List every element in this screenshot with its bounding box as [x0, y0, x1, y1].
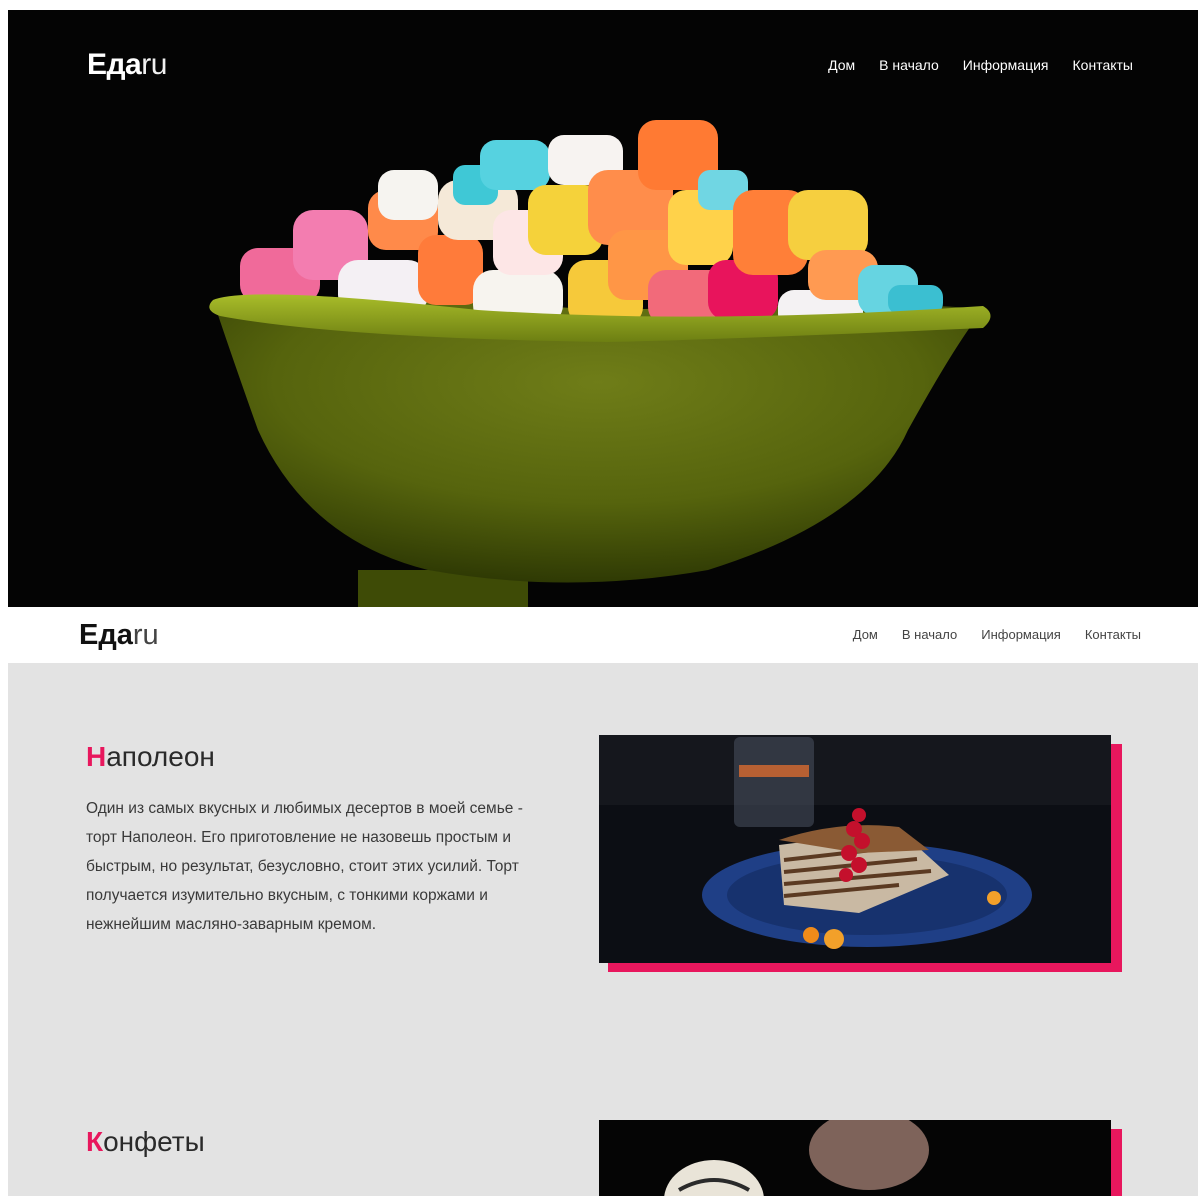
nav-link-info[interactable]: Информация — [963, 57, 1049, 73]
nav-link-home[interactable]: Дом — [828, 57, 855, 73]
header-nav-link-info[interactable]: Информация — [981, 627, 1061, 642]
candies-photo — [599, 1120, 1111, 1196]
header-nav-link-contacts[interactable]: Контакты — [1085, 627, 1141, 642]
header-nav: Дом В начало Информация Контакты — [853, 627, 1141, 642]
content-area: Наполеон Один из самых вкусных и любимых… — [8, 663, 1198, 1196]
sticky-header: Едаru Дом В начало Информация Контакты — [8, 607, 1198, 663]
section-title-napoleon: Наполеон — [86, 741, 215, 772]
candies-photo-frame — [599, 1120, 1122, 1196]
header-nav-link-top[interactable]: В начало — [902, 627, 957, 642]
header-logo[interactable]: Едаru — [79, 619, 159, 652]
nav-link-top[interactable]: В начало — [879, 57, 939, 73]
napoleon-cake-photo — [599, 735, 1111, 963]
hero-nav: Дом В начало Информация Контакты — [828, 57, 1133, 73]
nav-link-contacts[interactable]: Контакты — [1073, 57, 1133, 73]
header-nav-link-home[interactable]: Дом — [853, 627, 878, 642]
section-title-candies: Конфеты — [86, 1126, 205, 1157]
hero-logo[interactable]: Едаru — [87, 48, 167, 82]
napoleon-photo-frame — [599, 735, 1122, 975]
hero-banner: Едаru Дом В начало Информация Контакты — [8, 10, 1198, 607]
candy-bowl-image — [209, 120, 991, 607]
section-text-napoleon: Один из самых вкусных и любимых десертов… — [86, 800, 523, 933]
